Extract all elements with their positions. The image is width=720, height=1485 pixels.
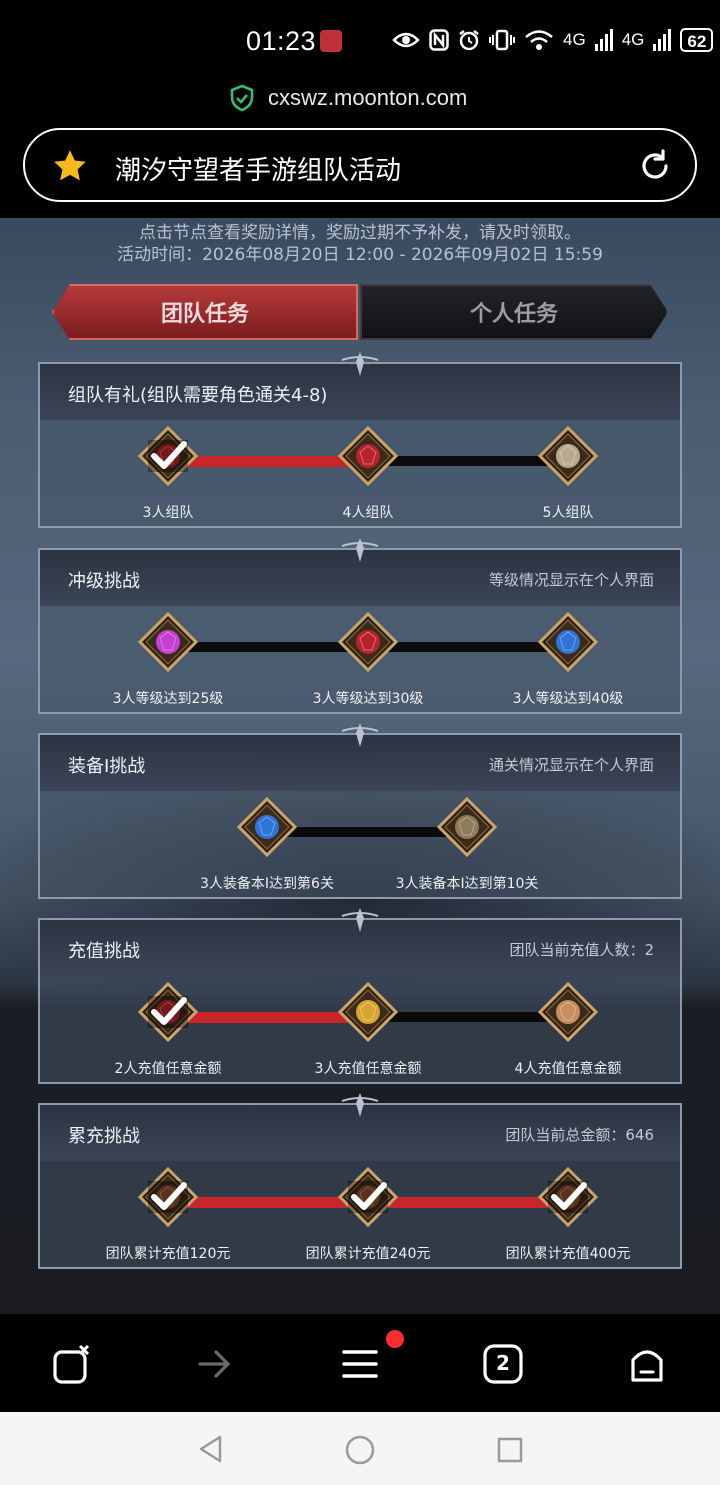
recents-square-icon[interactable] [496,1436,524,1464]
eye-icon [392,32,420,48]
reward-node-label: 3人装备本I达到第10关 [395,876,539,892]
browser-bottom-nav: 2 [0,1314,720,1412]
tab-personal-tasks[interactable]: 个人任务 [360,284,668,340]
ornament-icon [341,538,379,562]
task-card: 累充挑战 团队当前总金额：646 团队累计充值120元 团队累计充值240元 团队累计充… [38,1093,682,1269]
reward-node-label: 4人组队 [342,505,394,521]
progress-segment [188,642,348,652]
ornament-icon [341,352,379,376]
card-title: 装备I挑战 [68,756,146,777]
url-text[interactable]: cxswz.moonton.com [268,85,467,111]
notification-dot [386,1330,404,1348]
weapon-icon[interactable] [337,1166,399,1228]
progress-segment [388,1197,548,1208]
page-title: 潮汐守望者手游组队活动 [115,156,402,186]
blue-amulet-icon[interactable] [236,796,298,858]
home-circle-icon[interactable] [344,1434,376,1466]
purple-crystal-icon[interactable] [137,611,199,673]
red-gem-icon[interactable] [137,425,199,487]
red-gem-icon[interactable] [337,425,399,487]
card-title: 充值挑战 [68,941,140,962]
gear-bag-icon[interactable] [436,796,498,858]
reward-node-label: 3人等级达到40级 [512,691,624,707]
reward-node-label: 3人组队 [142,505,194,521]
food-bowl-icon[interactable] [537,981,599,1043]
card-note: 团队当前总金额：646 [505,1126,654,1144]
nfc-icon [429,29,449,51]
home-icon[interactable] [625,1342,669,1386]
reward-node-label: 3人等级达到25级 [112,691,224,707]
reward-node-label: 团队累计充值400元 [505,1246,631,1262]
reward-node-label: 4人充值任意金额 [514,1061,622,1077]
menu-icon[interactable] [338,1342,382,1386]
progress-segment [188,1012,348,1023]
reward-node-label: 3人装备本I达到第6关 [200,876,334,892]
card-title: 冲级挑战 [68,571,140,592]
status-bar: 01:23 4G 4G 62 [0,0,720,80]
system-nav-bar [0,1412,720,1485]
card-note: 通关情况显示在个人界面 [488,756,654,774]
forward-arrow-icon[interactable] [192,1342,236,1386]
card-title: 组队有礼(组队需要角色通关4-8) [68,385,328,406]
close-tab-icon[interactable] [50,1342,94,1386]
signal-4g-icon-2: 4G [621,30,645,49]
shield-icon [230,84,254,112]
reward-node-label: 5人组队 [542,505,594,521]
tab-count: 2 [496,1351,510,1375]
weapon-icon[interactable] [537,1166,599,1228]
reward-node-label: 团队累计充值120元 [105,1246,231,1262]
card-title: 累充挑战 [68,1126,140,1147]
task-tabs: 团队任务 个人任务 [52,284,668,342]
url-line: cxswz.moonton.com [0,80,720,120]
progress-segment [188,456,348,467]
red-gem-icon[interactable] [337,611,399,673]
refresh-icon[interactable] [637,148,673,184]
clock: 01:23 [246,26,317,56]
signal-4g-icon: 4G [563,30,586,49]
alarm-icon [459,30,479,51]
progress-segment [388,1012,548,1022]
reward-node-label: 2人充值任意金额 [114,1061,222,1077]
armor-icon[interactable] [537,425,599,487]
reward-node-label: 3人充值任意金额 [314,1061,422,1077]
signal-bars-icon-2 [653,29,672,51]
divider [0,202,720,218]
app-notification-icon [320,30,342,52]
page-title-bar[interactable]: 潮汐守望者手游组队活动 [23,128,697,202]
tabs-button[interactable]: 2 [481,1342,525,1386]
back-triangle-icon[interactable] [196,1434,226,1464]
reward-node-label: 3人等级达到30级 [312,691,424,707]
tab-team-tasks[interactable]: 团队任务 [52,284,358,340]
reward-node-label: 团队累计充值240元 [305,1246,431,1262]
progress-segment [388,642,548,652]
vibrate-icon [489,29,515,51]
card-note: 团队当前充值人数：2 [509,941,654,959]
signal-bars-icon [594,29,613,51]
task-card: 组队有礼(组队需要角色通关4-8) 3人组队 4人组队 5人组队 [38,352,682,528]
gold-orb-icon[interactable] [337,981,399,1043]
task-card: 装备I挑战 通关情况显示在个人界面 3人装备本I达到第6关 3人装备本I达到第10关 [38,723,682,899]
battery-indicator: 62 [680,28,714,52]
red-gem-icon[interactable] [137,981,199,1043]
activity-page: 点击节点查看奖励详情，奖励过期不予补发，请及时领取。 活动时间：2026年08月… [0,218,720,1314]
card-note: 等级情况显示在个人界面 [488,571,654,589]
task-card: 冲级挑战 等级情况显示在个人界面 3人等级达到25级 3人等级达到30级 3人等级达到4… [38,538,682,714]
weapon-icon[interactable] [137,1166,199,1228]
status-icons: 4G 4G 62 [392,28,714,52]
notice-line-2: 活动时间：2026年08月20日 12:00 - 2026年09月02日 15:… [117,245,603,265]
ornament-icon [341,1093,379,1117]
blue-amulet-icon[interactable] [537,611,599,673]
progress-segment [388,456,548,466]
ornament-icon [341,908,379,932]
task-card: 充值挑战 团队当前充值人数：2 2人充值任意金额 3人充值任意金额 4人充值任意金额 [38,908,682,1084]
progress-segment [188,1197,348,1208]
bookmark-star-icon[interactable] [51,147,89,185]
progress-segment [287,827,447,837]
ornament-icon [341,723,379,747]
wifi-icon [525,30,553,50]
